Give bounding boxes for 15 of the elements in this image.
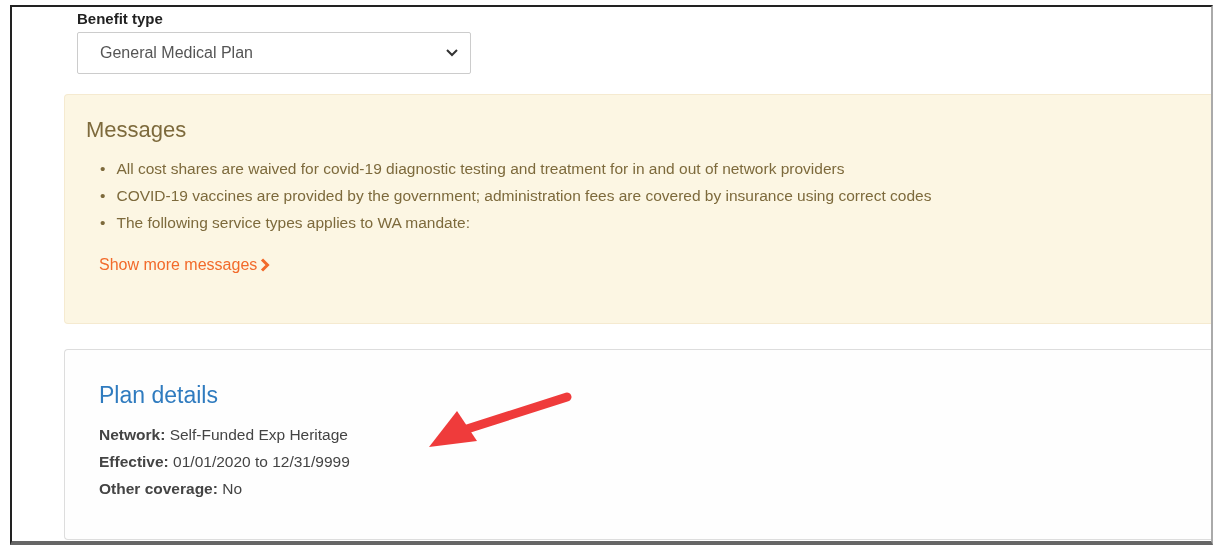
message-item: COVID-19 vaccines are provided by the government; administration fees are covered by insurance using correct codes [116, 186, 932, 207]
card-title: Plan details [99, 382, 219, 410]
detail-line: Other coverage: No [99, 478, 243, 499]
message-item: The following service types applies to WA mandate: [116, 213, 470, 234]
message-item: All cost shares are waived for covid-19 diagnostic testing and treatment for in and out of network providers [116, 159, 845, 180]
panel-title: Messages [86, 117, 188, 144]
bullet: • [100, 159, 106, 180]
bullet: • [100, 186, 106, 207]
chevron-down-icon [446, 49, 458, 57]
chevron-right-icon [260, 258, 271, 273]
bullet: • [100, 213, 106, 234]
detail-line: Network: Self-Funded Exp Heritage [99, 424, 349, 445]
field-label: Benefit type [77, 10, 164, 28]
detail-line: Effective: 01/01/2020 to 12/31/9999 [99, 451, 351, 472]
benefit-type-select[interactable]: General Medical Plan [77, 32, 471, 74]
